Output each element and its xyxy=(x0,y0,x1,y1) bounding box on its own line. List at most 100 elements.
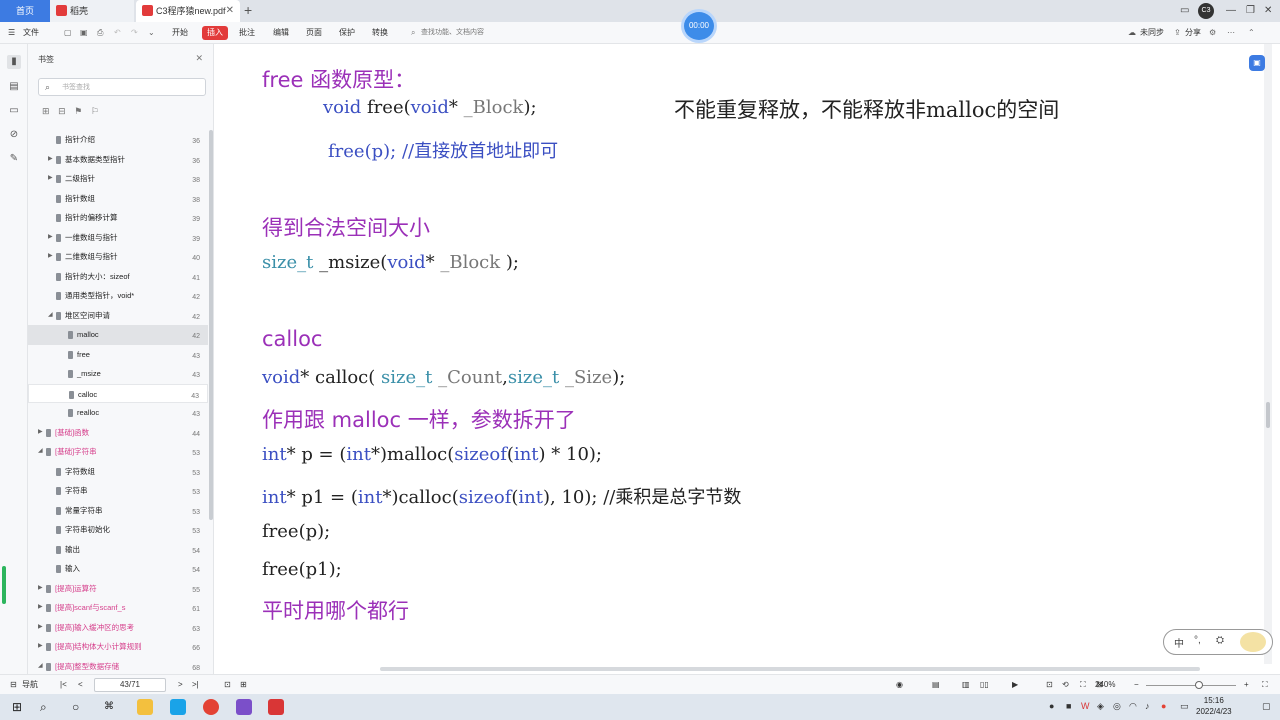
collapse-icon[interactable]: ⌃ xyxy=(1248,22,1255,44)
ime-skin-icon[interactable]: ⛭ xyxy=(1216,635,1224,646)
input-method-bar[interactable]: 中 °, ⛭ xyxy=(1163,629,1273,655)
play-icon[interactable]: ▶ xyxy=(1012,675,1018,695)
sync-status[interactable]: 未同步 xyxy=(1140,22,1164,44)
redo-icon[interactable]: ↷ xyxy=(131,22,138,44)
expand-arrow-icon[interactable]: ▶ xyxy=(38,423,43,443)
wps-tray-icon[interactable]: W xyxy=(1081,701,1090,711)
bookmark-item[interactable]: realloc 43 xyxy=(28,403,208,423)
panel-scrollbar[interactable] xyxy=(209,130,213,520)
wps-icon[interactable] xyxy=(268,699,284,715)
bookmark-icon[interactable]: ▮ xyxy=(7,55,21,69)
volume-icon[interactable]: ♪ xyxy=(1145,701,1150,711)
visual-studio-icon[interactable] xyxy=(236,699,252,715)
tab-page[interactable]: 页面 xyxy=(306,22,322,44)
zoom-in-icon[interactable]: + xyxy=(1244,675,1249,695)
tab-daoke[interactable]: 稻壳 xyxy=(50,0,134,22)
fit-width-icon[interactable]: ⊡ xyxy=(1046,675,1053,695)
bookmark-item[interactable]: ◢ [基础]字符串 53 xyxy=(28,442,208,462)
expand-arrow-icon[interactable]: ▶ xyxy=(38,598,43,618)
bookmark-item[interactable]: ◢ 堆区空间申请 42 xyxy=(28,306,208,326)
bookmark-item[interactable]: malloc 42 xyxy=(28,325,208,345)
fit-icon[interactable]: ⊡ xyxy=(224,675,231,695)
rotate-icon[interactable]: ⟲ xyxy=(1062,675,1069,695)
thumbnail-icon[interactable]: ▤ xyxy=(7,80,21,94)
tab-edit[interactable]: 编辑 xyxy=(273,22,289,44)
bookmark-search-input[interactable]: ⌕ 书签查找 xyxy=(38,78,206,96)
expand-arrow-icon[interactable]: ▶ xyxy=(48,247,53,267)
bookmark-item[interactable]: ▶ [提高]结构体大小计算规则 66 xyxy=(28,637,208,657)
share-button[interactable]: 分享 xyxy=(1185,22,1201,44)
bookmark-item[interactable]: ▶ [基础]函数 44 xyxy=(28,423,208,443)
menu-icon[interactable]: ☰ xyxy=(8,22,15,44)
document-scrollbar[interactable] xyxy=(1264,44,1272,664)
bookmark-item[interactable]: ▶ 二级指针 38 xyxy=(28,169,208,189)
zoom-slider-knob[interactable] xyxy=(1195,681,1203,689)
close-panel-icon[interactable]: ✕ xyxy=(195,53,203,64)
nav-icon[interactable]: ⊟ xyxy=(10,675,17,695)
fit-page-icon[interactable]: ⛶ xyxy=(1262,675,1268,695)
expand-arrow-icon[interactable]: ▶ xyxy=(48,150,53,170)
tab-start[interactable]: 开始 xyxy=(172,22,188,44)
user-avatar[interactable]: C3 xyxy=(1198,3,1214,19)
tab-protect[interactable]: 保护 xyxy=(339,22,355,44)
search-icon[interactable]: ⌕ xyxy=(40,699,56,715)
bookmark-flag-icon[interactable]: ⚑ xyxy=(74,106,82,116)
bookmark-item[interactable]: 字符数组 53 xyxy=(28,462,208,482)
zoom-slider[interactable] xyxy=(1146,685,1236,686)
signature-icon[interactable]: ✎ xyxy=(7,152,21,166)
save-icon[interactable]: ▣ xyxy=(80,22,88,44)
bookmark-item[interactable]: 输出 54 xyxy=(28,540,208,560)
expand-arrow-icon[interactable]: ▶ xyxy=(48,228,53,248)
browser-icon[interactable] xyxy=(170,699,186,715)
nav-label[interactable]: 导航 xyxy=(22,675,38,695)
recording-timer[interactable]: 00:00 xyxy=(684,12,714,40)
zoom-level[interactable]: 240% xyxy=(1095,675,1115,695)
bookmark-item[interactable]: 常量字符串 53 xyxy=(28,501,208,521)
zoom-out-icon[interactable]: − xyxy=(1134,675,1139,695)
bookmark-item[interactable]: calloc 43 xyxy=(28,383,208,403)
first-page-icon[interactable]: |< xyxy=(60,675,67,695)
expand-arrow-icon[interactable]: ▶ xyxy=(38,618,43,638)
undo-icon[interactable]: ↶ xyxy=(114,22,121,44)
scrollbar-thumb[interactable] xyxy=(1266,402,1270,428)
eye-icon[interactable]: ◉ xyxy=(896,675,903,695)
add-bookmark-icon[interactable]: ⊞ xyxy=(42,106,50,116)
bookmark-item[interactable]: ▶ 一维数组与指针 39 xyxy=(28,228,208,248)
bookmark-item[interactable]: ▶ 二维数组与指针 40 xyxy=(28,247,208,267)
widgets-icon[interactable]: ⌘ xyxy=(104,699,120,715)
next-page-icon[interactable]: > xyxy=(178,675,183,695)
restore-icon[interactable]: ❐ xyxy=(1246,0,1255,22)
layout-icon[interactable]: ▭ xyxy=(1180,0,1189,22)
task-view-icon[interactable]: ○ xyxy=(72,699,88,715)
page-number-input[interactable]: 43/71 xyxy=(94,678,166,692)
new-tab-button[interactable]: + xyxy=(244,0,252,22)
windows-start-icon[interactable]: ⊞ xyxy=(12,699,28,715)
print-icon[interactable]: ⎙ xyxy=(97,22,103,44)
tray-app-icon[interactable]: ■ xyxy=(1066,701,1071,711)
bookmark-item[interactable]: ▶ [提高]运算符 55 xyxy=(28,579,208,599)
bookmark-item[interactable]: 指针的偏移计算 39 xyxy=(28,208,208,228)
bookmark-item[interactable]: free 43 xyxy=(28,345,208,365)
comment-icon[interactable]: ▭ xyxy=(7,104,21,118)
bookmark-item[interactable]: ▶ [提高]输入缓冲区的思考 63 xyxy=(28,618,208,638)
ime-punct[interactable]: °, xyxy=(1194,635,1201,646)
ime-language[interactable]: 中 xyxy=(1174,635,1184,650)
tab-convert[interactable]: 转换 xyxy=(372,22,388,44)
chrome-icon[interactable] xyxy=(203,699,219,715)
file-explorer-icon[interactable] xyxy=(137,699,153,715)
microphone-icon[interactable]: ● xyxy=(1049,701,1054,711)
bookmark-item[interactable]: ▶ 基本数据类型指针 36 xyxy=(28,150,208,170)
file-menu[interactable]: 文件 xyxy=(23,22,39,44)
tab-insert[interactable]: 插入 xyxy=(202,26,228,40)
expand-arrow-icon[interactable]: ▶ xyxy=(48,169,53,189)
attachment-icon[interactable]: ⊘ xyxy=(7,128,21,142)
bookmark-item[interactable]: 通用类型指针，void* 42 xyxy=(28,286,208,306)
keyboard-icon[interactable]: ▭ xyxy=(1180,701,1189,712)
minimize-icon[interactable]: — xyxy=(1226,0,1236,22)
wifi-icon[interactable]: ◠ xyxy=(1129,701,1137,712)
single-page-icon[interactable]: ▤ xyxy=(932,675,940,695)
two-page-icon[interactable]: ▯▯ xyxy=(980,675,989,695)
tray-icon[interactable]: ◎ xyxy=(1113,701,1121,712)
tab-annotate[interactable]: 批注 xyxy=(239,22,255,44)
continuous-icon[interactable]: ▥ xyxy=(962,675,970,695)
